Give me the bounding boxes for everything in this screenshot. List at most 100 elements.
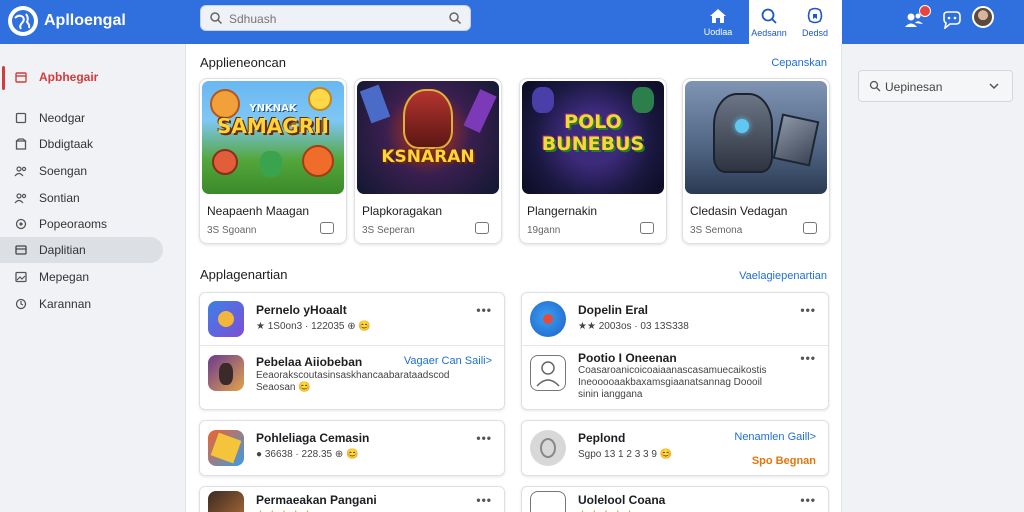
tab-search[interactable]: Aedsann [746,0,792,44]
list-item[interactable]: Peplond Sgpo 13 1 2 3 3 9 😊 Nenamlen Gai… [522,421,828,477]
app-brand[interactable]: Aplloengal [44,12,126,30]
apps-section-title: Applagenartian [200,267,288,282]
character-art [713,93,773,173]
card-title: Neapaenh Maagan [207,204,310,218]
sidebar-item-label: Dbdigtaak [39,137,94,151]
list-item[interactable]: Uolelool Coana ★ ★ ★ ★ ★ ••• [522,487,828,512]
app-list-card: Pernelo yHoaalt ★ 1S0on3 · 122035 ⊕ 😊 ••… [199,292,505,410]
featured-card[interactable]: KSNARAN Plapkoragakan 3S Seperan [354,78,502,244]
list-item[interactable]: Pernelo yHoaalt ★ 1S0on3 · 122035 ⊕ 😊 ••… [200,293,504,345]
sidebar-item-7[interactable]: Mepegan [0,264,163,290]
character-art [532,87,554,113]
app-meta: ★★ 2003os · 03 13S338 [578,321,689,332]
main-content: Applieneoncan Cepanskan YNKNAK SAMAGRII … [185,44,842,512]
bookmark-icon [807,7,823,23]
app-icon [208,355,244,391]
share-icon[interactable] [320,222,334,234]
sidebar-item-label: Soengan [39,164,88,178]
list-item[interactable]: Dopelin Eral ★★ 2003os · 03 13S338 ••• [522,293,828,345]
app-meta: ● 36638 · 228.35 ⊕ 😊 [256,449,359,460]
more-icon[interactable]: ••• [476,431,492,445]
sidebar-item-0[interactable]: Apbhegair [0,64,163,90]
search-input[interactable] [229,10,429,28]
user-avatar[interactable] [972,6,994,28]
game-art: POLO BUNEBUS [522,81,664,194]
sidebar-item-8[interactable]: Karannan [0,291,163,317]
app-icon [208,430,244,466]
character-art [403,89,453,149]
sidebar-item-3[interactable]: Soengan [0,158,163,184]
apps-see-all-link[interactable]: Vaelagiepenartian [739,270,827,282]
featured-section-title: Applieneoncan [200,55,287,70]
list-item[interactable]: Pohleliaga Cemasin ● 36638 · 228.35 ⊕ 😊 … [200,421,504,477]
more-icon[interactable]: ••• [800,303,816,317]
app-action-link[interactable]: Vagaer Can Saili> [404,355,492,367]
more-icon[interactable]: ••• [800,351,816,365]
notification-badge [919,5,931,17]
more-icon[interactable]: ••• [800,493,816,507]
game-art: YNKNAK SAMAGRII [202,81,344,194]
tab-home[interactable]: Uodlaa [695,0,741,44]
sidebar-item-label: Apbhegair [39,70,99,84]
character-art [302,145,334,177]
card-meta: 3S Semona [690,225,743,236]
square-icon [14,111,28,125]
sidebar-item-6[interactable]: Daplitian [0,237,163,263]
search-icon [761,8,777,24]
sidebar-item-2[interactable]: Dbdigtaak [0,131,163,157]
grid-icon [14,243,28,257]
list-item[interactable]: Pebelaa Aiiobeban Vagaer Can Saili> Eeao… [200,345,504,411]
featured-card[interactable]: POLO BUNEBUS Plangernakin 19gann [519,78,667,244]
tab-home-label: Uodlaa [703,26,733,37]
list-item[interactable]: Pootio I Oneenan Coasaroanicoicoaiaanasc… [522,345,828,411]
gear-icon [14,217,28,231]
app-list-card: Uolelool Coana ★ ★ ★ ★ ★ ••• [521,486,829,512]
featured-see-all-link[interactable]: Cepanskan [771,57,827,69]
sidebar-item-label: Popeoraoms [39,217,108,231]
game-art-title: POLO BUNEBUS [541,111,645,155]
character-art [463,89,497,133]
sidebar-item-1[interactable]: Neodgar [0,105,163,131]
settings-icon [14,297,28,311]
game-art-title: KSNARAN [381,147,475,167]
list-item[interactable]: Permaeakan Pangani ★ ★ ★ ★ ★ ••• [200,487,504,512]
messages-button[interactable] [940,8,964,32]
app-name: Pebelaa Aiiobeban [256,355,363,369]
app-meta: Sgpo 13 1 2 3 3 9 😊 [578,449,673,460]
app-tag: Spo Begnan [751,455,816,467]
app-description: Coasaroanicoicoaiaanascasamuecaikostis I… [578,365,767,400]
sidebar-item-label: Sontian [39,191,80,205]
more-icon[interactable]: ••• [476,493,492,507]
card-meta: 3S Sgoann [207,225,257,236]
app-name: Pohleliaga Cemasin [256,431,370,445]
sidebar-item-4[interactable]: Sontian [0,185,163,211]
more-icon[interactable]: ••• [476,303,492,317]
filter-select-label: Uepinesan [885,80,943,94]
app-icon [208,301,244,337]
filter-select[interactable]: Uepinesan [858,70,1013,102]
app-description: Eeaorakscoutasinsaskhancaabarataadscod S… [256,370,450,393]
sidebar-item-5[interactable]: Popeoraoms [0,211,163,237]
character-art [772,113,820,167]
app-name: Permaeakan Pangani [256,493,377,507]
character-art [212,149,238,175]
search-submit-icon[interactable] [448,11,462,25]
app-name: Pootio I Oneenan [578,351,677,365]
character-art [359,84,391,124]
app-list-card: Dopelin Eral ★★ 2003os · 03 13S338 ••• P… [521,292,829,410]
character-art [632,87,654,113]
app-logo[interactable] [8,6,38,36]
tab-saved-label: Dedsd [801,27,828,38]
top-bar: Aplloengal Uodlaa Aedsann Dedsd [0,0,1024,44]
share-icon[interactable] [475,222,489,234]
app-action-link[interactable]: Nenamlen Gaill> [734,431,816,443]
featured-card[interactable]: Cledasin Vedagan 3S Semona [682,78,830,244]
game-art-subtitle: YNKNAK [249,103,297,114]
game-art [685,81,827,194]
tab-saved[interactable]: Dedsd [792,0,838,44]
share-icon[interactable] [803,222,817,234]
game-art: KSNARAN [357,81,499,194]
featured-card[interactable]: YNKNAK SAMAGRII Neapaenh Maagan 3S Sgoan… [199,78,347,244]
share-icon[interactable] [640,222,654,234]
search-bar[interactable] [200,5,471,31]
